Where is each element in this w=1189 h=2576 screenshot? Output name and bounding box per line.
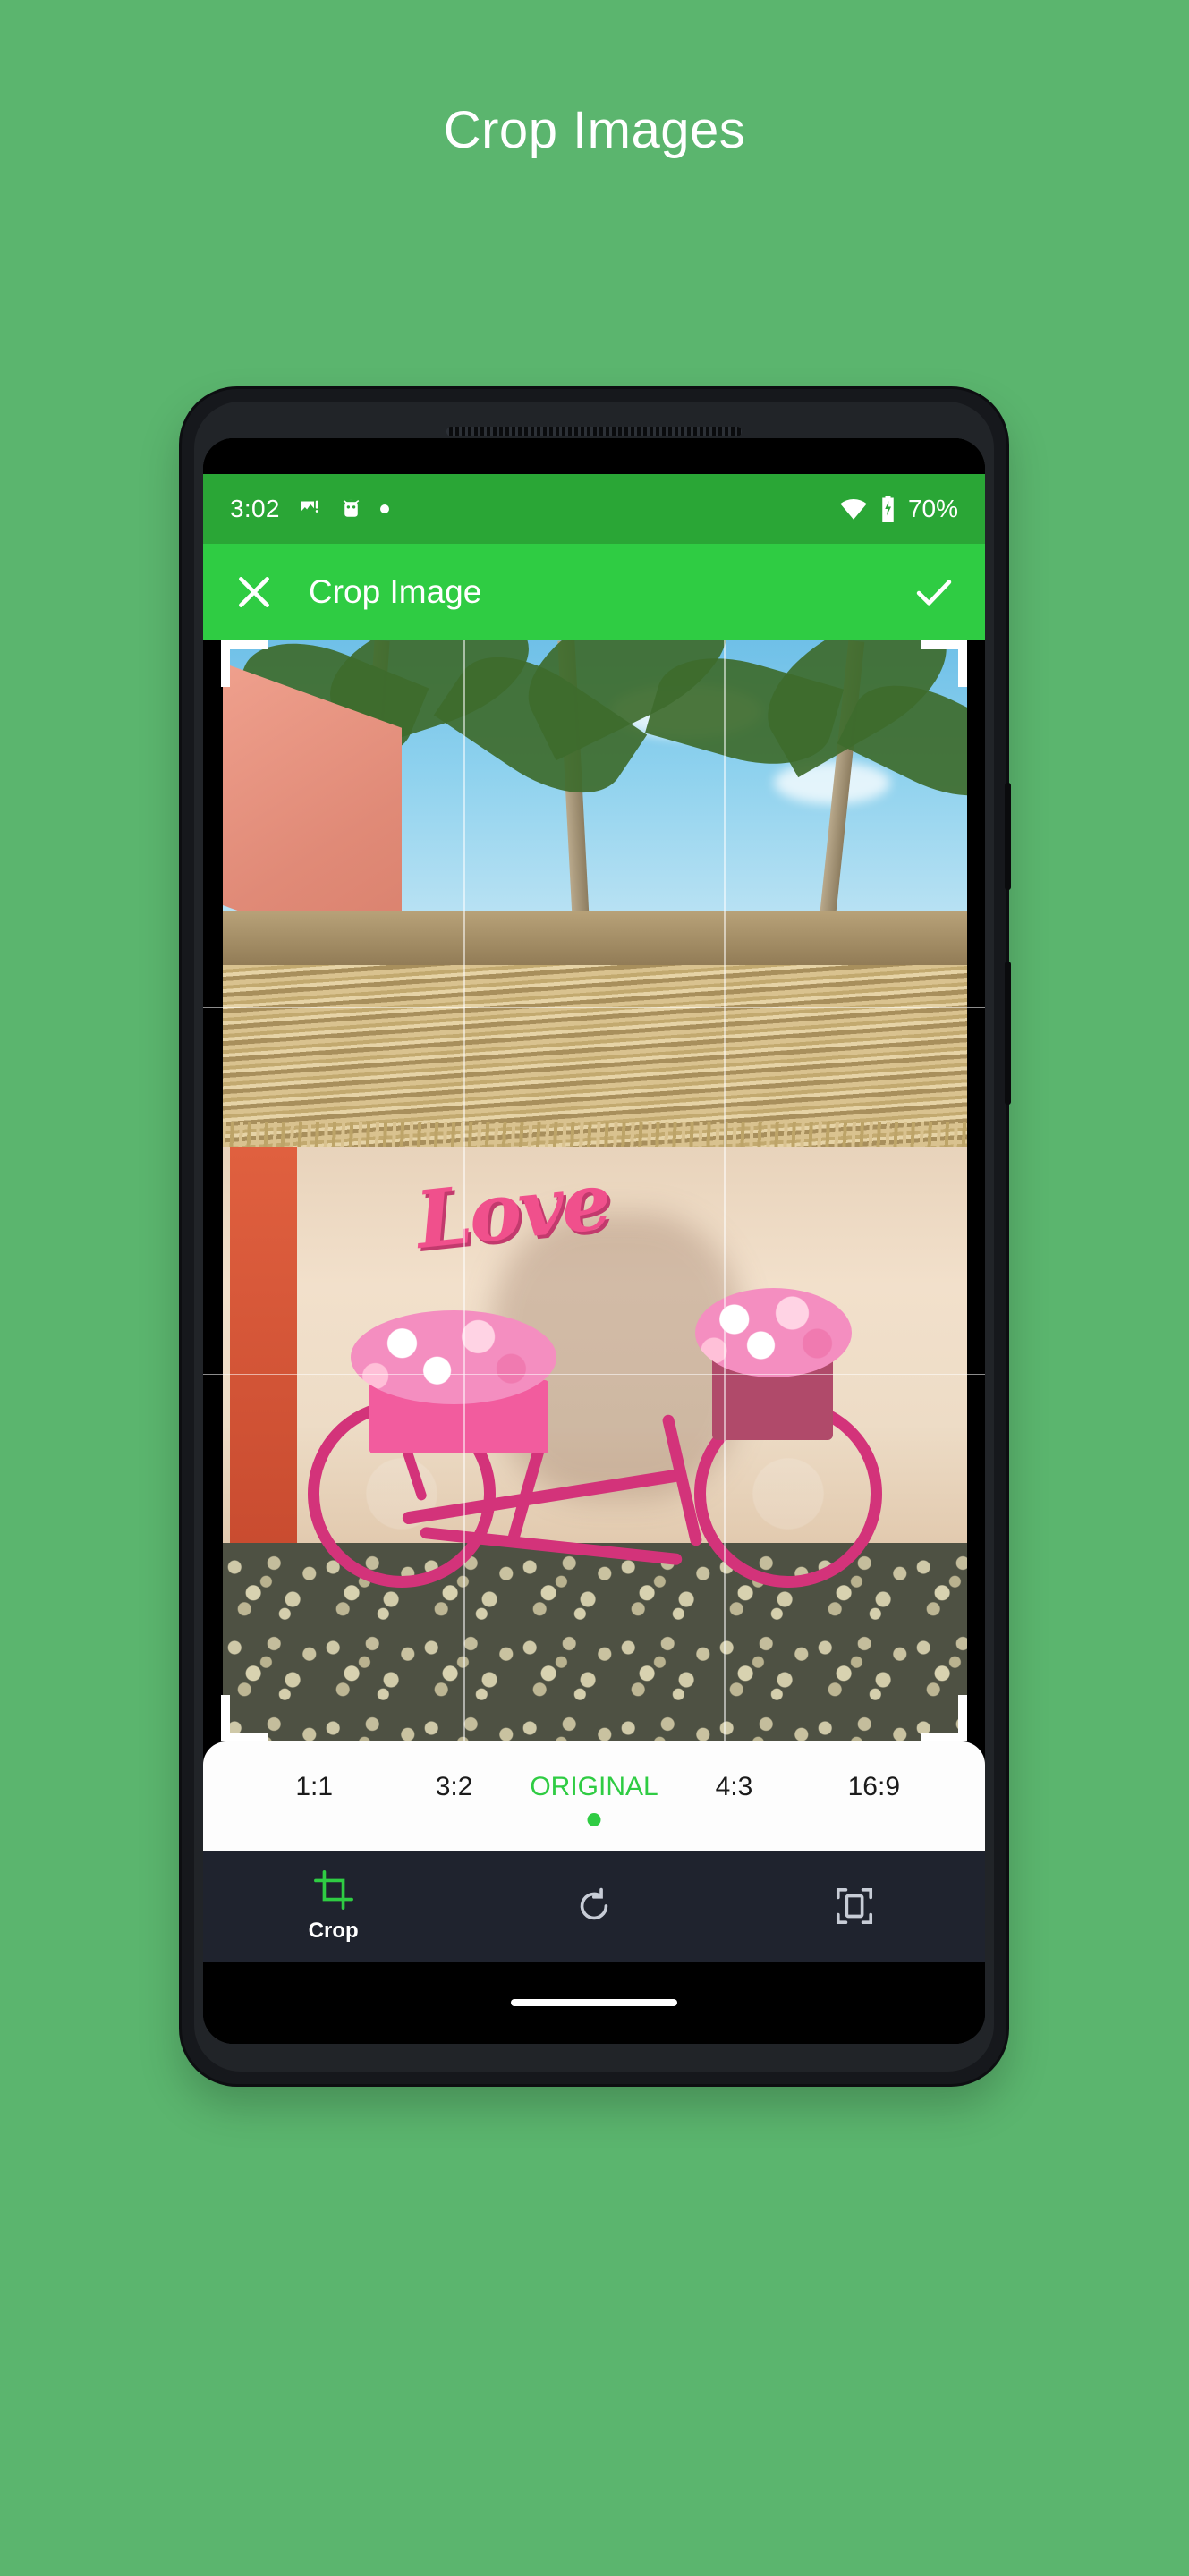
phone-mockup: 3:02 70% Crop Image Love 1:1 3:2 ORIGINA… xyxy=(182,389,1011,2084)
ratio-option-3-2[interactable]: 3:2 xyxy=(384,1741,523,1802)
ratio-label: 3:2 xyxy=(435,1772,473,1801)
toolbar-title: Crop Image xyxy=(309,573,482,610)
status-bar-left: 3:02 xyxy=(230,495,389,523)
home-gesture-pill[interactable] xyxy=(511,1999,677,2006)
app-window: 3:02 70% Crop Image Love 1:1 3:2 ORIGINA… xyxy=(203,438,985,2044)
phone-screen: 3:02 70% Crop Image Love 1:1 3:2 ORIGINA… xyxy=(203,438,985,2044)
flowers-rear xyxy=(351,1309,557,1404)
bottom-tool-scale[interactable] xyxy=(725,1885,985,1927)
close-icon[interactable] xyxy=(230,568,278,616)
android-head-icon xyxy=(340,497,362,521)
gesture-nav-bar xyxy=(203,1962,985,2044)
ratio-label: 1:1 xyxy=(295,1772,334,1801)
screenshot-root: Crop Images 3:02 70% Crop Image Love 1:1… xyxy=(0,0,1189,2576)
wifi-icon xyxy=(839,497,868,521)
battery-charging-icon xyxy=(879,496,896,522)
rotate-icon xyxy=(573,1885,615,1927)
power-button[interactable] xyxy=(1005,783,1011,890)
notch-area xyxy=(203,438,985,474)
bottom-tool-crop[interactable]: Crop xyxy=(203,1869,463,1944)
battery-percent: 70% xyxy=(907,495,958,522)
bicycle xyxy=(283,1125,908,1588)
bottom-tool-rotate[interactable] xyxy=(463,1885,724,1927)
ratio-label: 4:3 xyxy=(715,1772,753,1801)
flowers-front xyxy=(694,1287,852,1377)
aspect-ratio-bar: 1:1 3:2 ORIGINAL 4:3 16:9 xyxy=(203,1741,985,1851)
editor-bottom-bar: Crop xyxy=(203,1851,985,1962)
earpiece-speaker-icon xyxy=(446,427,742,436)
bottom-tool-label: Crop xyxy=(308,1918,359,1943)
status-time: 3:02 xyxy=(230,495,280,522)
image-warning-icon xyxy=(298,497,322,521)
app-toolbar: Crop Image xyxy=(203,544,985,640)
selected-indicator-dot xyxy=(587,1813,601,1826)
ratio-option-16-9[interactable]: 16:9 xyxy=(804,1741,944,1802)
ratio-label: 16:9 xyxy=(847,1772,901,1801)
status-bar-right: 70% xyxy=(839,495,958,523)
page-title: Crop Images xyxy=(443,101,746,159)
scale-fit-icon xyxy=(834,1885,875,1927)
status-bar: 3:02 70% xyxy=(203,474,985,544)
volume-button[interactable] xyxy=(1005,962,1011,1105)
ratio-option-4-3[interactable]: 4:3 xyxy=(664,1741,803,1802)
crop-canvas[interactable]: Love xyxy=(203,640,985,1741)
crop-icon xyxy=(313,1869,354,1911)
dot-icon xyxy=(379,504,389,513)
ratio-option-1-1[interactable]: 1:1 xyxy=(244,1741,384,1802)
ratio-option-original[interactable]: ORIGINAL xyxy=(524,1741,664,1826)
ratio-label: ORIGINAL xyxy=(530,1772,658,1801)
check-icon[interactable] xyxy=(910,568,958,616)
source-photo: Love xyxy=(223,640,967,1741)
